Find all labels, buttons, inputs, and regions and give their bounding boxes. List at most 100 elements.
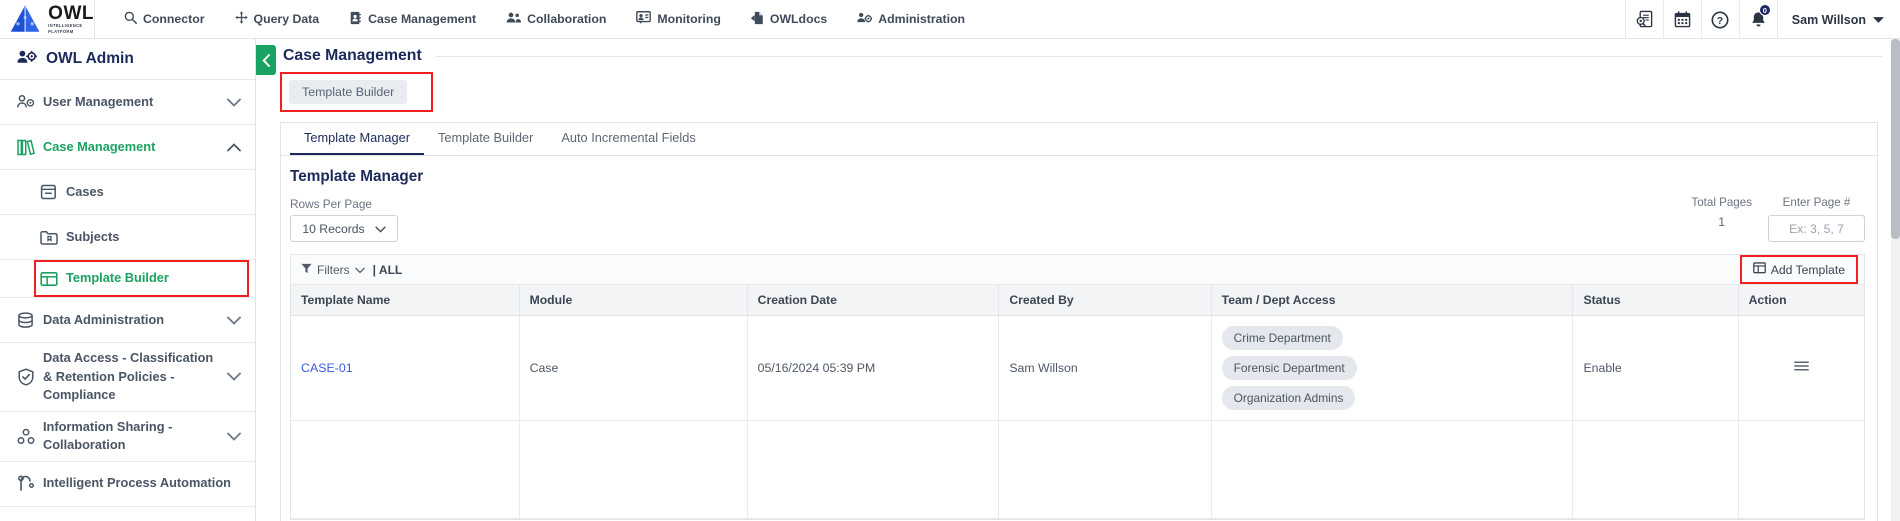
- top-nav-right-actions: ? 0 Sam Willson: [1624, 0, 1900, 39]
- brand-logo[interactable]: OWL INTELLIGENCE PLATFORM: [0, 0, 95, 39]
- sidebar-item-label: Data Access - Classification & Retention…: [43, 350, 214, 403]
- tab-auto-incremental-fields[interactable]: Auto Incremental Fields: [547, 122, 709, 155]
- cell-action: [1738, 420, 1864, 519]
- cell-created-by: Sam Willson: [998, 315, 1212, 421]
- chip-list: Crime Department Forensic Department Org…: [1221, 326, 1563, 410]
- enter-page-label: Enter Page #: [1782, 196, 1851, 209]
- archive-icon: [40, 184, 66, 200]
- total-pages-group: Total Pages 1: [1691, 196, 1752, 229]
- filters-button[interactable]: Filters: [301, 263, 365, 277]
- add-template-button[interactable]: Add Template: [1745, 259, 1853, 280]
- sidebar-item-intelligent-process-automation[interactable]: Intelligent Process Automation: [0, 462, 255, 507]
- owl-logo-icon: [10, 5, 40, 32]
- nav-item-case-management[interactable]: Case Management: [334, 0, 491, 39]
- top-navigation-bar: OWL INTELLIGENCE PLATFORM Connector Quer…: [0, 0, 1900, 39]
- sidebar-item-user-management[interactable]: User Management: [0, 80, 255, 125]
- tab-template-builder[interactable]: Template Builder: [424, 122, 547, 155]
- column-header-created-by[interactable]: Created By: [998, 285, 1212, 316]
- sidebar-item-label: Intelligent Process Automation: [43, 475, 231, 491]
- team-chip: Crime Department: [1221, 326, 1343, 350]
- nav-item-connector[interactable]: Connector: [109, 0, 220, 39]
- sidebar-collapse-button[interactable]: [256, 45, 276, 75]
- sidebar-template-builder-wrap: Template Builder: [0, 260, 255, 298]
- funnel-icon: [301, 263, 312, 277]
- enter-page-input[interactable]: [1768, 215, 1865, 242]
- main-content: Case Management Template Builder Templat…: [256, 39, 1900, 521]
- sidebar-header: OWL Admin: [0, 39, 255, 80]
- breadcrumb: Template Builder: [280, 72, 434, 112]
- sidebar-item-cases[interactable]: Cases: [0, 170, 255, 215]
- chevron-down-icon: [1873, 13, 1884, 27]
- users-cog-icon: [17, 49, 38, 70]
- sidebar-item-label: Information Sharing - Collaboration: [43, 418, 173, 453]
- address-book-icon: [349, 11, 362, 28]
- cell-action: [1738, 315, 1864, 421]
- filters-label: Filters: [317, 262, 350, 277]
- help-circle-icon[interactable]: ?: [1700, 0, 1739, 39]
- automation-icon: [17, 475, 43, 492]
- column-header-action[interactable]: Action: [1738, 285, 1864, 316]
- cell-team-dept-access: Crime Department Forensic Department Org…: [1211, 315, 1574, 421]
- nav-item-collaboration[interactable]: Collaboration: [491, 0, 621, 39]
- enter-page-group: Enter Page #: [1768, 196, 1865, 242]
- table-toolbar: Filters | ALL Add Template: [291, 255, 1864, 285]
- sidebar-item-template-builder[interactable]: Template Builder: [34, 260, 249, 297]
- template-name-link[interactable]: CASE-01: [301, 361, 353, 375]
- nav-item-monitoring[interactable]: Monitoring: [621, 0, 736, 39]
- bell-icon[interactable]: 0: [1738, 0, 1777, 39]
- page-header: Case Management: [256, 39, 1900, 65]
- sidebar-item-case-management[interactable]: Case Management: [0, 125, 255, 170]
- sidebar-item-label: Template Builder: [66, 270, 169, 286]
- pagination-group: Total Pages 1 Enter Page #: [1691, 196, 1865, 242]
- notification-badge: 0: [1758, 4, 1771, 16]
- nav-item-label: Query Data: [253, 12, 320, 26]
- scrollbar-thumb[interactable]: [1891, 39, 1900, 239]
- section-title: Template Manager: [290, 168, 424, 185]
- sidebar-item-data-administration[interactable]: Data Administration: [0, 298, 255, 343]
- table-row: [291, 420, 1864, 519]
- user-name-label: Sam Willson: [1791, 12, 1866, 27]
- sidebar-item-data-access-compliance[interactable]: Data Access - Classification & Retention…: [0, 343, 255, 412]
- nav-item-query-data[interactable]: Query Data: [220, 0, 335, 39]
- breadcrumb-template-builder-button[interactable]: Template Builder: [289, 80, 408, 104]
- user-menu[interactable]: Sam Willson: [1776, 0, 1900, 39]
- sidebar-item-information-sharing[interactable]: Information Sharing - Collaboration: [0, 412, 255, 462]
- add-template-highlight: Add Template: [1739, 255, 1858, 284]
- chevron-left-icon: [261, 53, 270, 67]
- chevron-down-icon: [375, 222, 386, 236]
- sidebar-item-label: Cases: [66, 183, 104, 199]
- nav-item-owldocs[interactable]: OWLdocs: [736, 0, 842, 39]
- shield-check-icon: [17, 368, 43, 386]
- tab-template-manager[interactable]: Template Manager: [290, 122, 424, 155]
- column-header-status[interactable]: Status: [1572, 285, 1739, 316]
- app-root: OWL INTELLIGENCE PLATFORM Connector Quer…: [0, 0, 1900, 521]
- content-panel: Template Manager Template Builder Auto I…: [280, 122, 1878, 521]
- cell-team-dept-access: [1211, 420, 1574, 519]
- sidebar-item-label: User Management: [43, 93, 154, 109]
- rows-per-page-select[interactable]: 10 Records: [290, 215, 398, 242]
- cell-status: Enable: [1572, 315, 1739, 421]
- brand-tagline-2: PLATFORM: [48, 28, 74, 34]
- cell-created-by: [998, 420, 1212, 519]
- layout-icon: [40, 271, 66, 287]
- user-gear-icon: [17, 94, 43, 110]
- column-header-module[interactable]: Module: [519, 285, 748, 316]
- nav-item-label: Connector: [143, 12, 205, 26]
- templates-table-container: Filters | ALL Add Template Template Name…: [290, 254, 1865, 520]
- vertical-scrollbar[interactable]: [1891, 39, 1900, 521]
- search-icon: [124, 11, 137, 27]
- column-header-team-dept-access[interactable]: Team / Dept Access: [1211, 285, 1574, 316]
- rows-per-page-value: 10 Records: [302, 221, 365, 236]
- nav-item-label: Collaboration: [527, 12, 607, 26]
- cell-template-name: [291, 420, 520, 519]
- audit-document-icon[interactable]: [1624, 0, 1663, 39]
- column-header-template-name[interactable]: Template Name: [291, 285, 520, 316]
- calendar-icon[interactable]: [1662, 0, 1701, 39]
- column-header-creation-date[interactable]: Creation Date: [747, 285, 1000, 316]
- users-cog-icon: [857, 11, 873, 27]
- cell-module: [519, 420, 748, 519]
- filter-all-label[interactable]: | ALL: [373, 263, 403, 277]
- nav-item-administration[interactable]: Administration: [842, 0, 980, 39]
- hamburger-menu-icon[interactable]: [1749, 359, 1854, 378]
- sidebar-item-subjects[interactable]: Subjects: [0, 215, 255, 260]
